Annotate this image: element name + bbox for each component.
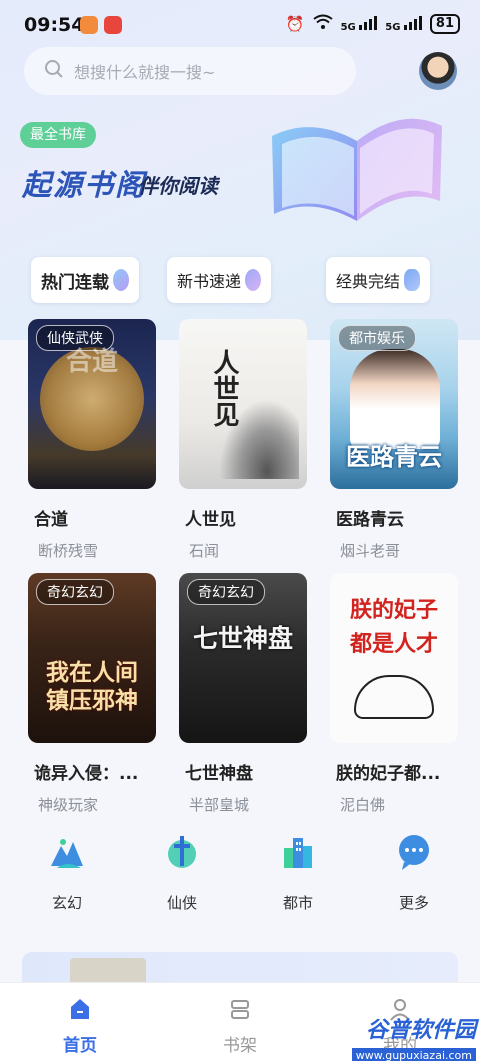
tab-label: 新书速递 (177, 272, 242, 291)
tab-label: 经典完结 (336, 272, 401, 291)
signal-icon-2: 5G (385, 15, 422, 33)
search-icon (44, 59, 64, 83)
cover-title: 我在人间镇压邪神 (46, 659, 138, 714)
book-author: 泥白佛 (340, 796, 386, 814)
book-cover: 奇幻玄幻 七世神盘 (179, 573, 307, 743)
genre-xuanhuan[interactable]: 玄幻 (27, 832, 107, 913)
characters-art (350, 349, 440, 449)
banner-title: 起源书阁 (22, 168, 147, 202)
genre-label: 更多 (398, 894, 429, 912)
genre-xianxia[interactable]: 仙侠 (142, 832, 222, 913)
bookshelf-icon (231, 1000, 249, 1019)
book-cover: 仙侠武侠 合道 (28, 319, 156, 489)
battery-indicator: 81 (429, 14, 460, 34)
genre-label: 仙侠 (166, 894, 197, 912)
book-author: 半部皇城 (189, 796, 250, 814)
book-cover: 奇幻玄幻 我在人间镇压邪神 (28, 573, 156, 743)
nav-label: 书架 (223, 1036, 257, 1056)
watermark-main: 谷普软件园 (365, 1018, 476, 1043)
nav-label: 首页 (63, 1036, 97, 1056)
book-title: 医路青云 (336, 510, 404, 530)
book-author: 石闻 (189, 542, 220, 560)
book-card[interactable]: 仙侠武侠 合道 合道 断桥残雪 (28, 319, 156, 561)
genre-label: 都市 (282, 894, 313, 912)
net-label: 5G (340, 21, 356, 33)
cover-title: 朕的妃子 都是人才 (349, 597, 438, 657)
cover-tag: 都市娱乐 (338, 325, 416, 351)
book-card[interactable]: 朕的妃子 都是人才 朕的妃子都... 泥白佛 (330, 573, 458, 815)
net-label-2: 5G (385, 21, 401, 33)
site-watermark: 谷普软件园 www.gupuxiazai.com (326, 1012, 476, 1061)
book-title: 人世见 (185, 510, 236, 530)
wifi-icon (312, 14, 333, 34)
home-icon (71, 999, 89, 1019)
book-card[interactable]: 奇幻玄幻 我在人间镇压邪神 诡异入侵：... 神级玩家 (28, 573, 156, 815)
mountain-icon (51, 839, 83, 868)
book-cover: 人世见 (179, 319, 307, 489)
tab-hot-serial-icon (113, 269, 129, 291)
chicken-art (354, 675, 434, 719)
book-title: 诡异入侵：... (34, 764, 139, 784)
tab-classic-completed[interactable]: 经典完结 (326, 257, 431, 303)
search-placeholder: 想搜什么就搜一搜~ (74, 63, 216, 82)
nav-home[interactable]: 首页 (40, 997, 120, 1056)
cover-tag: 奇幻玄幻 (187, 579, 265, 605)
open-book-illustration (272, 118, 442, 221)
genre-dushi[interactable]: 都市 (258, 832, 338, 913)
search-input[interactable]: 想搜什么就搜一搜~ (24, 47, 356, 95)
more-icon (399, 835, 429, 870)
status-indicators: ⏰ 5G 5G 81 (286, 14, 460, 34)
cover-title: 合道 (65, 347, 118, 377)
banner-badge: 最全书库 (20, 122, 96, 148)
cover-title: 人世见 (209, 349, 239, 427)
genre-label: 玄幻 (51, 894, 82, 912)
heart-app-icon (80, 16, 98, 34)
signal-icon: 5G (340, 15, 378, 33)
avatar[interactable] (419, 52, 457, 90)
tab-classic-completed-icon (404, 269, 421, 291)
nav-bookshelf[interactable]: 书架 (200, 997, 280, 1056)
book-author: 烟斗老哥 (340, 542, 401, 560)
genre-more[interactable]: 更多 (374, 832, 454, 913)
book-author: 神级玩家 (38, 796, 99, 814)
tab-new-books[interactable]: 新书速递 (167, 257, 272, 303)
watermark-url: www.gupuxiazai.com (351, 1048, 476, 1061)
buildings-icon (284, 838, 312, 868)
book-author: 断桥残雪 (38, 542, 99, 560)
cover-title: 七世神盘 (192, 624, 293, 653)
alarm-icon: ⏰ (285, 15, 305, 33)
book-cover: 都市娱乐 医路青云 (330, 319, 458, 489)
status-time: 09:54 (24, 14, 85, 36)
book-card[interactable]: 都市娱乐 医路青云 医路青云 烟斗老哥 (330, 319, 458, 561)
status-bar: 09:54 ⏰ 5G 5G 81 (0, 0, 480, 48)
sword-icon (168, 836, 196, 868)
tab-hot-serial[interactable]: 热门连载 (31, 257, 139, 303)
book-cover: 朕的妃子 都是人才 (330, 573, 458, 743)
taobao-app-icon (104, 16, 122, 34)
book-title: 七世神盘 (185, 764, 253, 784)
book-title: 合道 (34, 510, 68, 530)
book-title: 朕的妃子都... (336, 764, 441, 784)
tab-new-books-icon (245, 269, 262, 291)
book-card[interactable]: 奇幻玄幻 七世神盘 七世神盘 半部皇城 (179, 573, 307, 815)
cover-tag: 奇幻玄幻 (36, 579, 114, 605)
book-card[interactable]: 人世见 人世见 石闻 (179, 319, 307, 561)
banner-subtitle: 伴你阅读 (138, 174, 218, 198)
tab-label: 热门连载 (41, 272, 109, 293)
cover-title: 医路青云 (346, 442, 442, 471)
